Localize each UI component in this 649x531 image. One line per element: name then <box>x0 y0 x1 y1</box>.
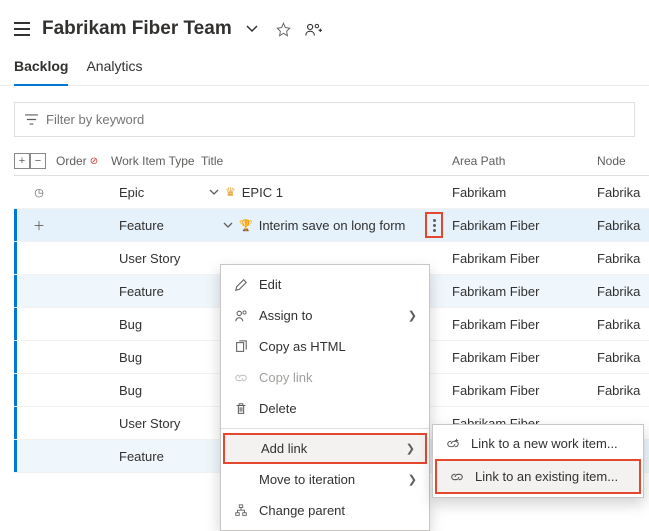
hierarchy-bar <box>14 374 17 406</box>
table-row[interactable]: ◷ Epic ♛ EPIC 1 Fabrikam Fabrika <box>14 176 649 209</box>
filter-input[interactable] <box>46 112 624 127</box>
menu-item-change-parent[interactable]: Change parent <box>221 495 429 526</box>
more-actions-button[interactable] <box>425 212 443 238</box>
work-item-type: Bug <box>119 383 209 398</box>
node: Fabrika <box>597 383 649 398</box>
node: Fabrika <box>597 350 649 365</box>
table-row[interactable]: ＋ Feature 🏆 Interim save on long form Fa… <box>14 209 649 242</box>
work-item-type: User Story <box>119 416 209 431</box>
table-header: + − Order ⊘ Work Item Type Title Area Pa… <box>14 147 649 176</box>
node: Fabrika <box>597 317 649 332</box>
work-item-title[interactable]: Interim save on long form <box>259 218 406 233</box>
add-child-icon[interactable]: ＋ <box>33 217 45 234</box>
link-icon <box>233 371 249 385</box>
column-title[interactable]: Title <box>201 154 452 168</box>
area-path: Fabrikam Fiber <box>452 317 597 332</box>
node: Fabrika <box>597 185 649 200</box>
tab-backlog[interactable]: Backlog <box>14 58 68 86</box>
recent-icon: ◷ <box>34 186 44 199</box>
menu-item-move-iteration[interactable]: Move to iteration ❯ <box>221 464 429 495</box>
work-item-type: User Story <box>119 251 209 266</box>
star-icon[interactable] <box>276 22 291 37</box>
work-item-type: Feature <box>119 218 209 233</box>
column-order[interactable]: Order ⊘ <box>56 154 111 168</box>
chevron-down-icon[interactable] <box>223 222 233 229</box>
chevron-down-icon[interactable] <box>246 25 258 33</box>
menu-item-assign-to[interactable]: Assign to ❯ <box>221 300 429 331</box>
column-work-item-type[interactable]: Work Item Type <box>111 154 201 168</box>
person-icon <box>233 309 249 323</box>
area-path: Fabrikam Fiber <box>452 383 597 398</box>
new-link-icon <box>445 437 461 451</box>
filter-icon <box>25 114 38 125</box>
area-path: Fabrikam Fiber <box>452 284 597 299</box>
epic-crown-icon: ♛ <box>225 185 236 199</box>
work-item-type: Bug <box>119 350 209 365</box>
menu-icon[interactable] <box>14 22 30 36</box>
area-path: Fabrikam Fiber <box>452 350 597 365</box>
work-item-type: Feature <box>119 284 209 299</box>
node: Fabrika <box>597 251 649 266</box>
work-item-type: Epic <box>119 185 209 200</box>
node: Fabrika <box>597 284 649 299</box>
filter-bar[interactable] <box>14 102 635 137</box>
menu-item-delete[interactable]: Delete <box>221 393 429 424</box>
menu-item-copy-link: Copy link <box>221 362 429 393</box>
column-node[interactable]: Node <box>597 154 649 168</box>
tabs: Backlog Analytics <box>0 48 649 86</box>
collapse-all-button[interactable]: − <box>30 153 46 169</box>
hierarchy-bar <box>14 275 17 307</box>
highlight-existing-item: Link to an existing item... <box>435 459 641 494</box>
expand-all-button[interactable]: + <box>14 153 30 169</box>
area-path: Fabrikam Fiber <box>452 251 597 266</box>
hierarchy-bar <box>14 440 17 472</box>
link-icon <box>449 470 465 484</box>
hierarchy-bar <box>14 242 17 274</box>
tab-analytics[interactable]: Analytics <box>86 58 142 85</box>
area-path: Fabrikam <box>452 185 597 200</box>
hierarchy-bar <box>14 308 17 340</box>
pencil-icon <box>233 278 249 292</box>
menu-separator <box>221 428 429 429</box>
chevron-down-icon[interactable] <box>209 189 219 196</box>
work-item-type: Bug <box>119 317 209 332</box>
work-item-type: Feature <box>119 449 209 464</box>
submenu-item-new-work-item[interactable]: Link to a new work item... <box>433 428 643 459</box>
people-add-icon[interactable] <box>305 22 322 37</box>
feature-trophy-icon: 🏆 <box>239 219 253 232</box>
team-name[interactable]: Fabrikam Fiber Team <box>42 18 232 40</box>
column-area-path[interactable]: Area Path <box>452 154 597 168</box>
work-item-title[interactable]: EPIC 1 <box>242 185 283 200</box>
chevron-right-icon: ❯ <box>408 309 417 322</box>
trash-icon <box>233 402 249 416</box>
highlight-add-link: Add link ❯ <box>223 433 427 464</box>
hierarchy-bar <box>14 341 17 373</box>
add-link-submenu: Link to a new work item... Link to an ex… <box>432 424 644 498</box>
context-menu: Edit Assign to ❯ Copy as HTML Copy link … <box>220 264 430 531</box>
chevron-right-icon: ❯ <box>406 442 415 455</box>
hierarchy-bar <box>14 407 17 439</box>
submenu-item-existing-item[interactable]: Link to an existing item... <box>437 461 639 492</box>
copy-icon <box>233 340 249 354</box>
node: Fabrika <box>597 218 649 233</box>
menu-item-edit[interactable]: Edit <box>221 269 429 300</box>
area-path: Fabrikam Fiber <box>452 218 597 233</box>
hierarchy-bar <box>14 209 17 241</box>
vertical-dots-icon <box>433 219 436 232</box>
menu-item-add-link[interactable]: Add link ❯ <box>225 435 425 462</box>
blocked-icon: ⊘ <box>90 156 98 167</box>
menu-item-copy-html[interactable]: Copy as HTML <box>221 331 429 362</box>
chevron-right-icon: ❯ <box>408 473 417 486</box>
